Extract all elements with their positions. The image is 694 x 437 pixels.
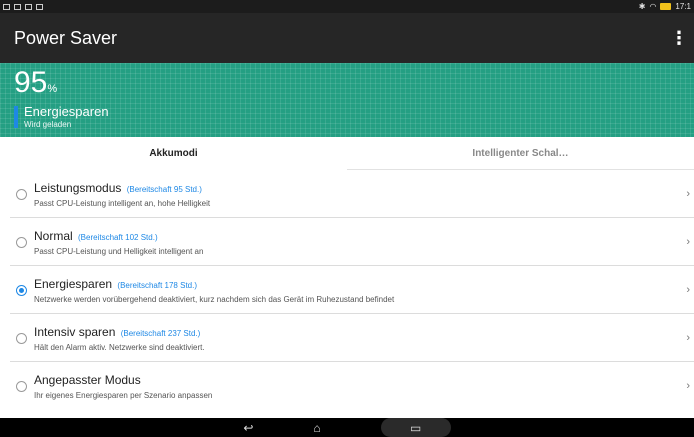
standby-time: (Bereitschaft 237 Std.) bbox=[120, 329, 201, 338]
mode-description: Ihr eigenes Energiesparen per Szenario a… bbox=[34, 391, 213, 400]
mode-name: Angepasster Modus bbox=[34, 373, 141, 387]
mode-title: Intensiv sparen (Bereitschaft 237 Std.) bbox=[34, 325, 200, 339]
screen: ✱ ◠ 17:1 Power Saver ⋮ 95% Energiesparen… bbox=[0, 0, 694, 437]
battery-value: 95 bbox=[14, 66, 48, 99]
wifi-icon: ◠ bbox=[649, 2, 657, 11]
home-icon[interactable]: ⌂ bbox=[313, 421, 320, 435]
mode-description: Hält den Alarm aktiv. Netzwerke sind dea… bbox=[34, 343, 205, 352]
battery-charging-icon bbox=[660, 3, 672, 10]
radio-button[interactable] bbox=[16, 333, 27, 344]
charging-status: Wird geladen bbox=[24, 120, 72, 129]
mode-description: Netzwerke werden vorübergehend deaktivie… bbox=[34, 295, 395, 304]
chevron-right-icon: › bbox=[686, 236, 690, 248]
mode-name: Leistungsmodus bbox=[34, 181, 122, 195]
radio-button[interactable] bbox=[16, 237, 27, 248]
status-time: 17:1 bbox=[675, 2, 691, 11]
current-mode-name: Energiesparen bbox=[24, 104, 109, 119]
status-bar: ✱ ◠ 17:1 bbox=[0, 0, 694, 13]
mode-title: Energiesparen (Bereitschaft 178 Std.) bbox=[34, 277, 197, 291]
mode-name: Normal bbox=[34, 229, 73, 243]
standby-time: (Bereitschaft 178 Std.) bbox=[117, 281, 197, 290]
radio-button-selected[interactable] bbox=[16, 285, 27, 296]
battery-unit: % bbox=[47, 83, 58, 95]
mode-row-energiesparen[interactable]: Energiesparen (Bereitschaft 178 Std.) Ne… bbox=[10, 266, 694, 314]
mode-title: Leistungsmodus (Bereitschaft 95 Std.) bbox=[34, 181, 202, 195]
battery-header: 95% Energiesparen Wird geladen bbox=[0, 63, 694, 137]
tab-bar: Akkumodi Intelligenter Schal… bbox=[0, 137, 694, 170]
chevron-right-icon: › bbox=[686, 284, 690, 296]
mode-description: Passt CPU-Leistung intelligent an, hohe … bbox=[34, 199, 211, 208]
battery-level: 95% bbox=[14, 66, 57, 106]
chevron-right-icon: › bbox=[686, 380, 690, 392]
mode-row-leistungsmodus[interactable]: Leistungsmodus (Bereitschaft 95 Std.) Pa… bbox=[10, 170, 694, 218]
mode-row-normal[interactable]: Normal (Bereitschaft 102 Std.) Passt CPU… bbox=[10, 218, 694, 266]
bluetooth-icon: ✱ bbox=[638, 2, 646, 11]
standby-time: (Bereitschaft 102 Std.) bbox=[78, 233, 158, 242]
mode-row-angepasster-modus[interactable]: Angepasster Modus Ihr eigenes Energiespa… bbox=[10, 362, 694, 410]
usb-icon bbox=[3, 3, 10, 10]
chevron-right-icon: › bbox=[686, 332, 690, 344]
tab-akkumodi[interactable]: Akkumodi bbox=[0, 137, 347, 170]
mode-list: Leistungsmodus (Bereitschaft 95 Std.) Pa… bbox=[0, 170, 694, 418]
overflow-menu-icon[interactable]: ⋮ bbox=[670, 28, 688, 49]
action-bar: Power Saver ⋮ bbox=[0, 13, 694, 63]
mode-name: Energiesparen bbox=[34, 277, 113, 291]
mode-title: Angepasster Modus bbox=[34, 373, 141, 387]
radio-button[interactable] bbox=[16, 189, 27, 200]
standby-time: (Bereitschaft 95 Std.) bbox=[126, 185, 202, 194]
mode-indicator-bar bbox=[14, 106, 18, 128]
tab-intelligenter-schalter[interactable]: Intelligenter Schal… bbox=[347, 137, 694, 169]
app-title: Power Saver bbox=[14, 27, 118, 48]
mode-description: Passt CPU-Leistung und Helligkeit intell… bbox=[34, 247, 204, 256]
mode-name: Intensiv sparen bbox=[34, 325, 116, 339]
mode-row-intensiv-sparen[interactable]: Intensiv sparen (Bereitschaft 237 Std.) … bbox=[10, 314, 694, 362]
lock-icon bbox=[36, 3, 43, 10]
navigation-bar: ↩ ⌂ ▭ bbox=[0, 418, 694, 437]
radio-button[interactable] bbox=[16, 381, 27, 392]
image-icon bbox=[25, 3, 32, 10]
back-icon[interactable]: ↩ bbox=[243, 421, 253, 435]
recent-apps-icon[interactable]: ▭ bbox=[380, 418, 451, 437]
message-icon bbox=[14, 3, 21, 10]
mode-title: Normal (Bereitschaft 102 Std.) bbox=[34, 229, 158, 243]
chevron-right-icon: › bbox=[686, 188, 690, 200]
